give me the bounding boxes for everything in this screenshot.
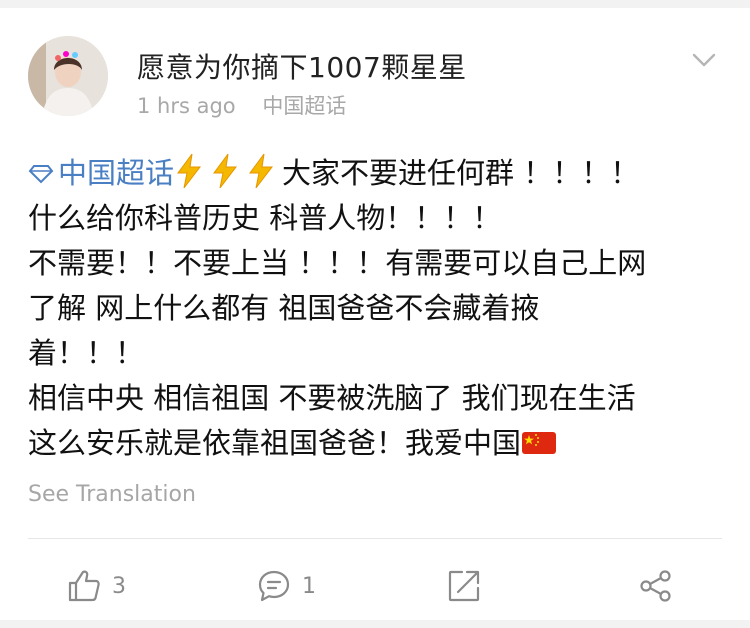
content-text-7: 这么安乐就是依靠祖国爸爸！我爱中国 bbox=[28, 426, 522, 460]
content-line-7: 这么安乐就是依靠祖国爸爸！我爱中国 bbox=[28, 421, 728, 466]
content-line-1: 中国超话 大家不要进任何群 ！！！！ bbox=[28, 151, 728, 196]
username[interactable]: 愿意为你摘下1007颗星星 bbox=[137, 46, 467, 86]
content-line-3: 不需要！！不要上当 ！！！有需要可以自己上网 bbox=[28, 246, 647, 280]
post-content: 中国超话 大家不要进任何群 ！！！！ 什么给你科普历史 科普人物！！！！ 不需要！… bbox=[28, 151, 728, 466]
post-meta: 1 hrs ago 中国超话 bbox=[137, 90, 346, 120]
like-button[interactable]: 3 bbox=[66, 566, 126, 606]
like-count: 3 bbox=[112, 573, 126, 599]
avatar-photo bbox=[28, 36, 108, 116]
comment-icon bbox=[258, 570, 290, 602]
content-line-5: 着！！！ bbox=[28, 336, 145, 370]
divider bbox=[28, 538, 722, 539]
avatar[interactable] bbox=[28, 36, 108, 116]
share-button[interactable] bbox=[638, 566, 674, 606]
lightning-bolt-emoji bbox=[249, 153, 274, 189]
chevron-down-icon[interactable] bbox=[690, 50, 718, 70]
content-topic-link[interactable]: 中国超话 bbox=[28, 156, 174, 190]
content-line-4: 了解 网上什么都有 祖国爸爸不会藏着掖 bbox=[28, 291, 540, 325]
post-topic[interactable]: 中国超话 bbox=[262, 94, 346, 118]
lightning-bolt-emoji bbox=[213, 153, 238, 189]
post-card: 愿意为你摘下1007颗星星 1 hrs ago 中国超话 中国超话大家不要进任何… bbox=[0, 8, 750, 620]
content-line-6: 相信中央 相信祖国 不要被洗脑了 我们现在生活 bbox=[28, 381, 636, 415]
comment-button[interactable]: 1 bbox=[256, 566, 316, 606]
content-line-2: 什么给你科普历史 科普人物！！！！ bbox=[28, 201, 502, 235]
thumbs-up-icon bbox=[68, 570, 100, 602]
lightning-bolt-emoji bbox=[177, 153, 202, 189]
repost-icon bbox=[448, 570, 480, 602]
content-topic-label: 中国超话 bbox=[58, 156, 175, 190]
comment-count: 1 bbox=[302, 573, 316, 599]
see-translation-link[interactable]: See Translation bbox=[28, 482, 196, 507]
diamond-icon bbox=[28, 165, 54, 184]
content-text-1: 大家不要进任何群 ！！！！ bbox=[282, 156, 640, 190]
china-flag-emoji bbox=[522, 432, 557, 454]
repost-button[interactable] bbox=[446, 566, 482, 606]
post-time: 1 hrs ago bbox=[137, 94, 236, 118]
share-icon bbox=[640, 570, 671, 602]
